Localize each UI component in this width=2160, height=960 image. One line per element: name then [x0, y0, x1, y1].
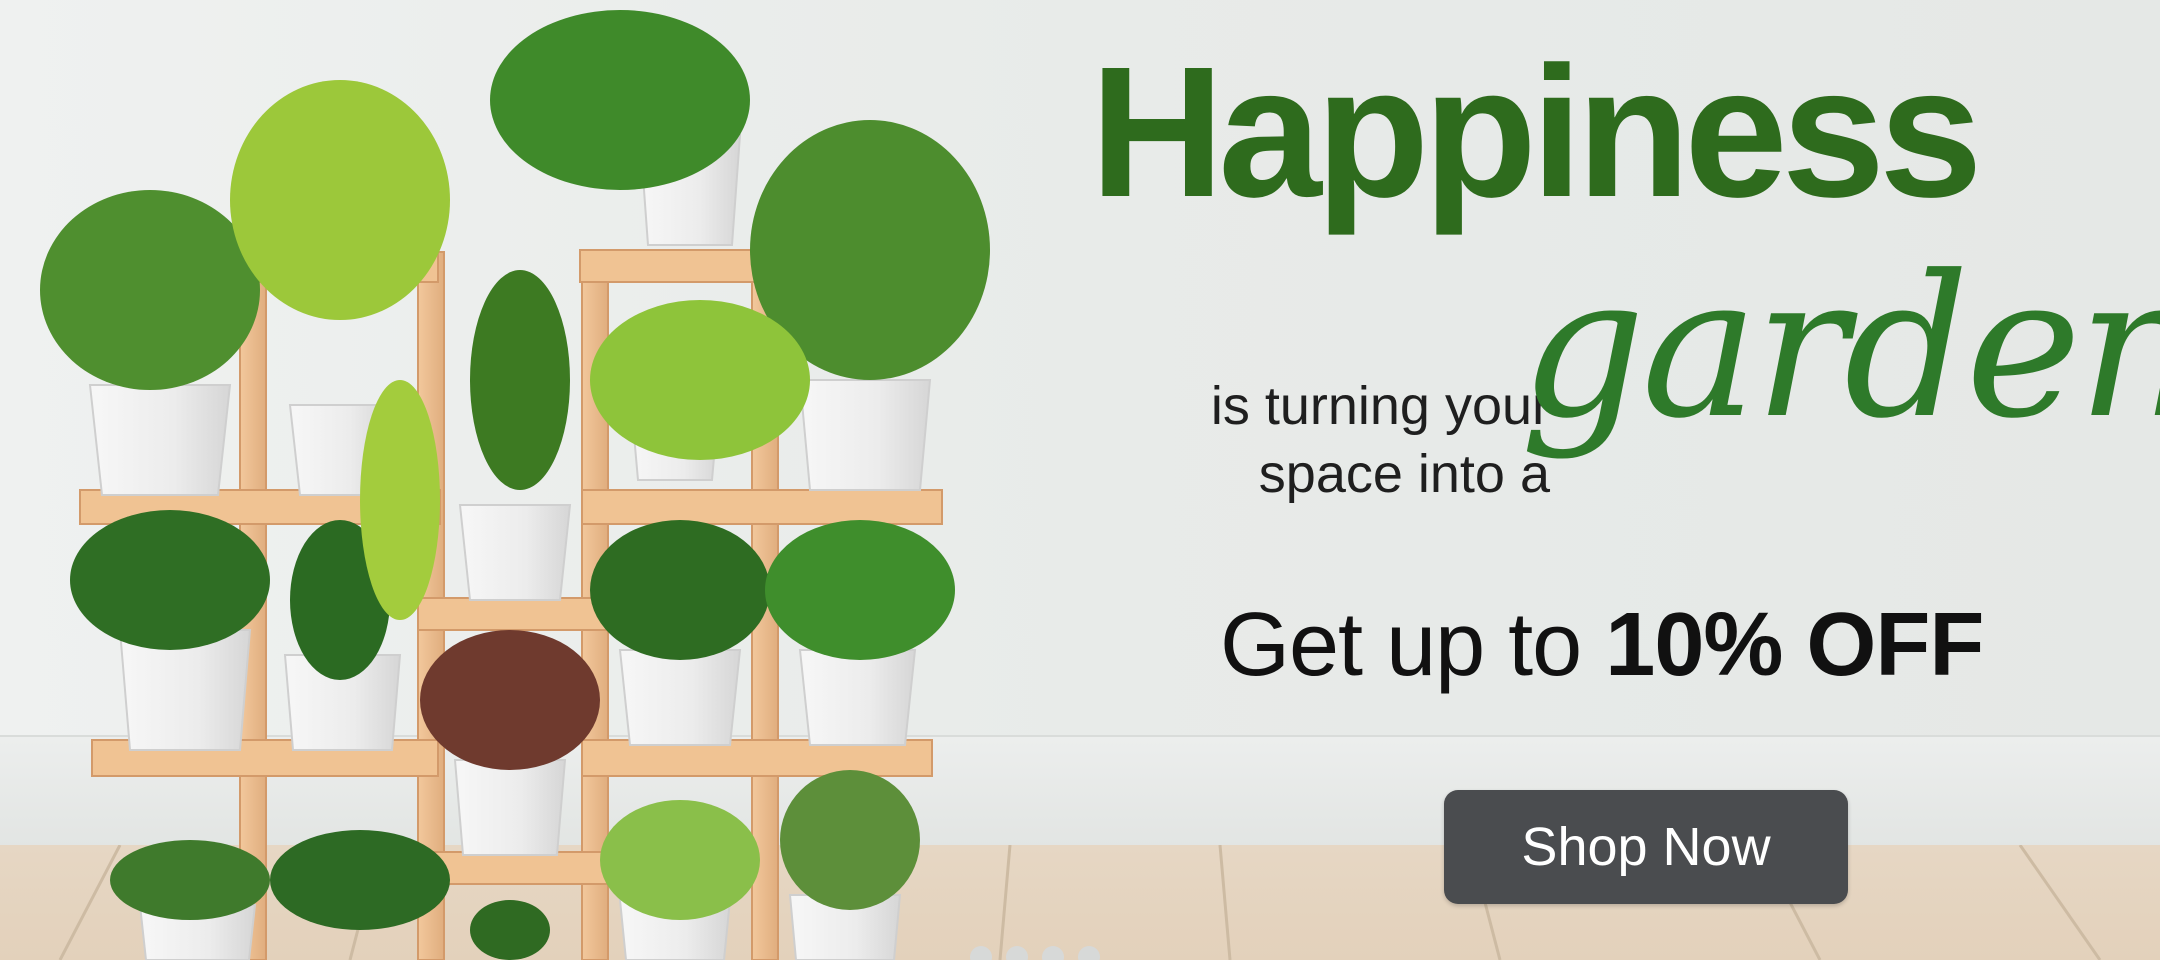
- promo-text-area: Happiness is turning your space into a g…: [1040, 0, 2160, 960]
- carousel-dot[interactable]: [1006, 946, 1028, 960]
- offer-prefix: Get up to: [1220, 595, 1582, 695]
- discount-offer: Get up to 10% OFF: [1220, 600, 2120, 690]
- subheadline-line-2: space into a: [1258, 444, 1550, 504]
- carousel-dot[interactable]: [970, 946, 992, 960]
- script-word: garden...: [1520, 234, 2160, 462]
- carousel-dot[interactable]: [1042, 946, 1064, 960]
- plant-stand-image: [40, 10, 990, 960]
- subheadline: is turning your space into a: [1110, 372, 1550, 508]
- carousel-dot[interactable]: [1078, 946, 1100, 960]
- hero-banner: Happiness is turning your space into a g…: [0, 0, 2160, 960]
- offer-amount: 10% OFF: [1605, 595, 1984, 695]
- shop-now-button[interactable]: Shop Now: [1444, 790, 1848, 904]
- carousel-dots: [970, 946, 1100, 960]
- headline: Happiness: [1090, 29, 1983, 236]
- subheadline-line-1: is turning your: [1210, 376, 1550, 436]
